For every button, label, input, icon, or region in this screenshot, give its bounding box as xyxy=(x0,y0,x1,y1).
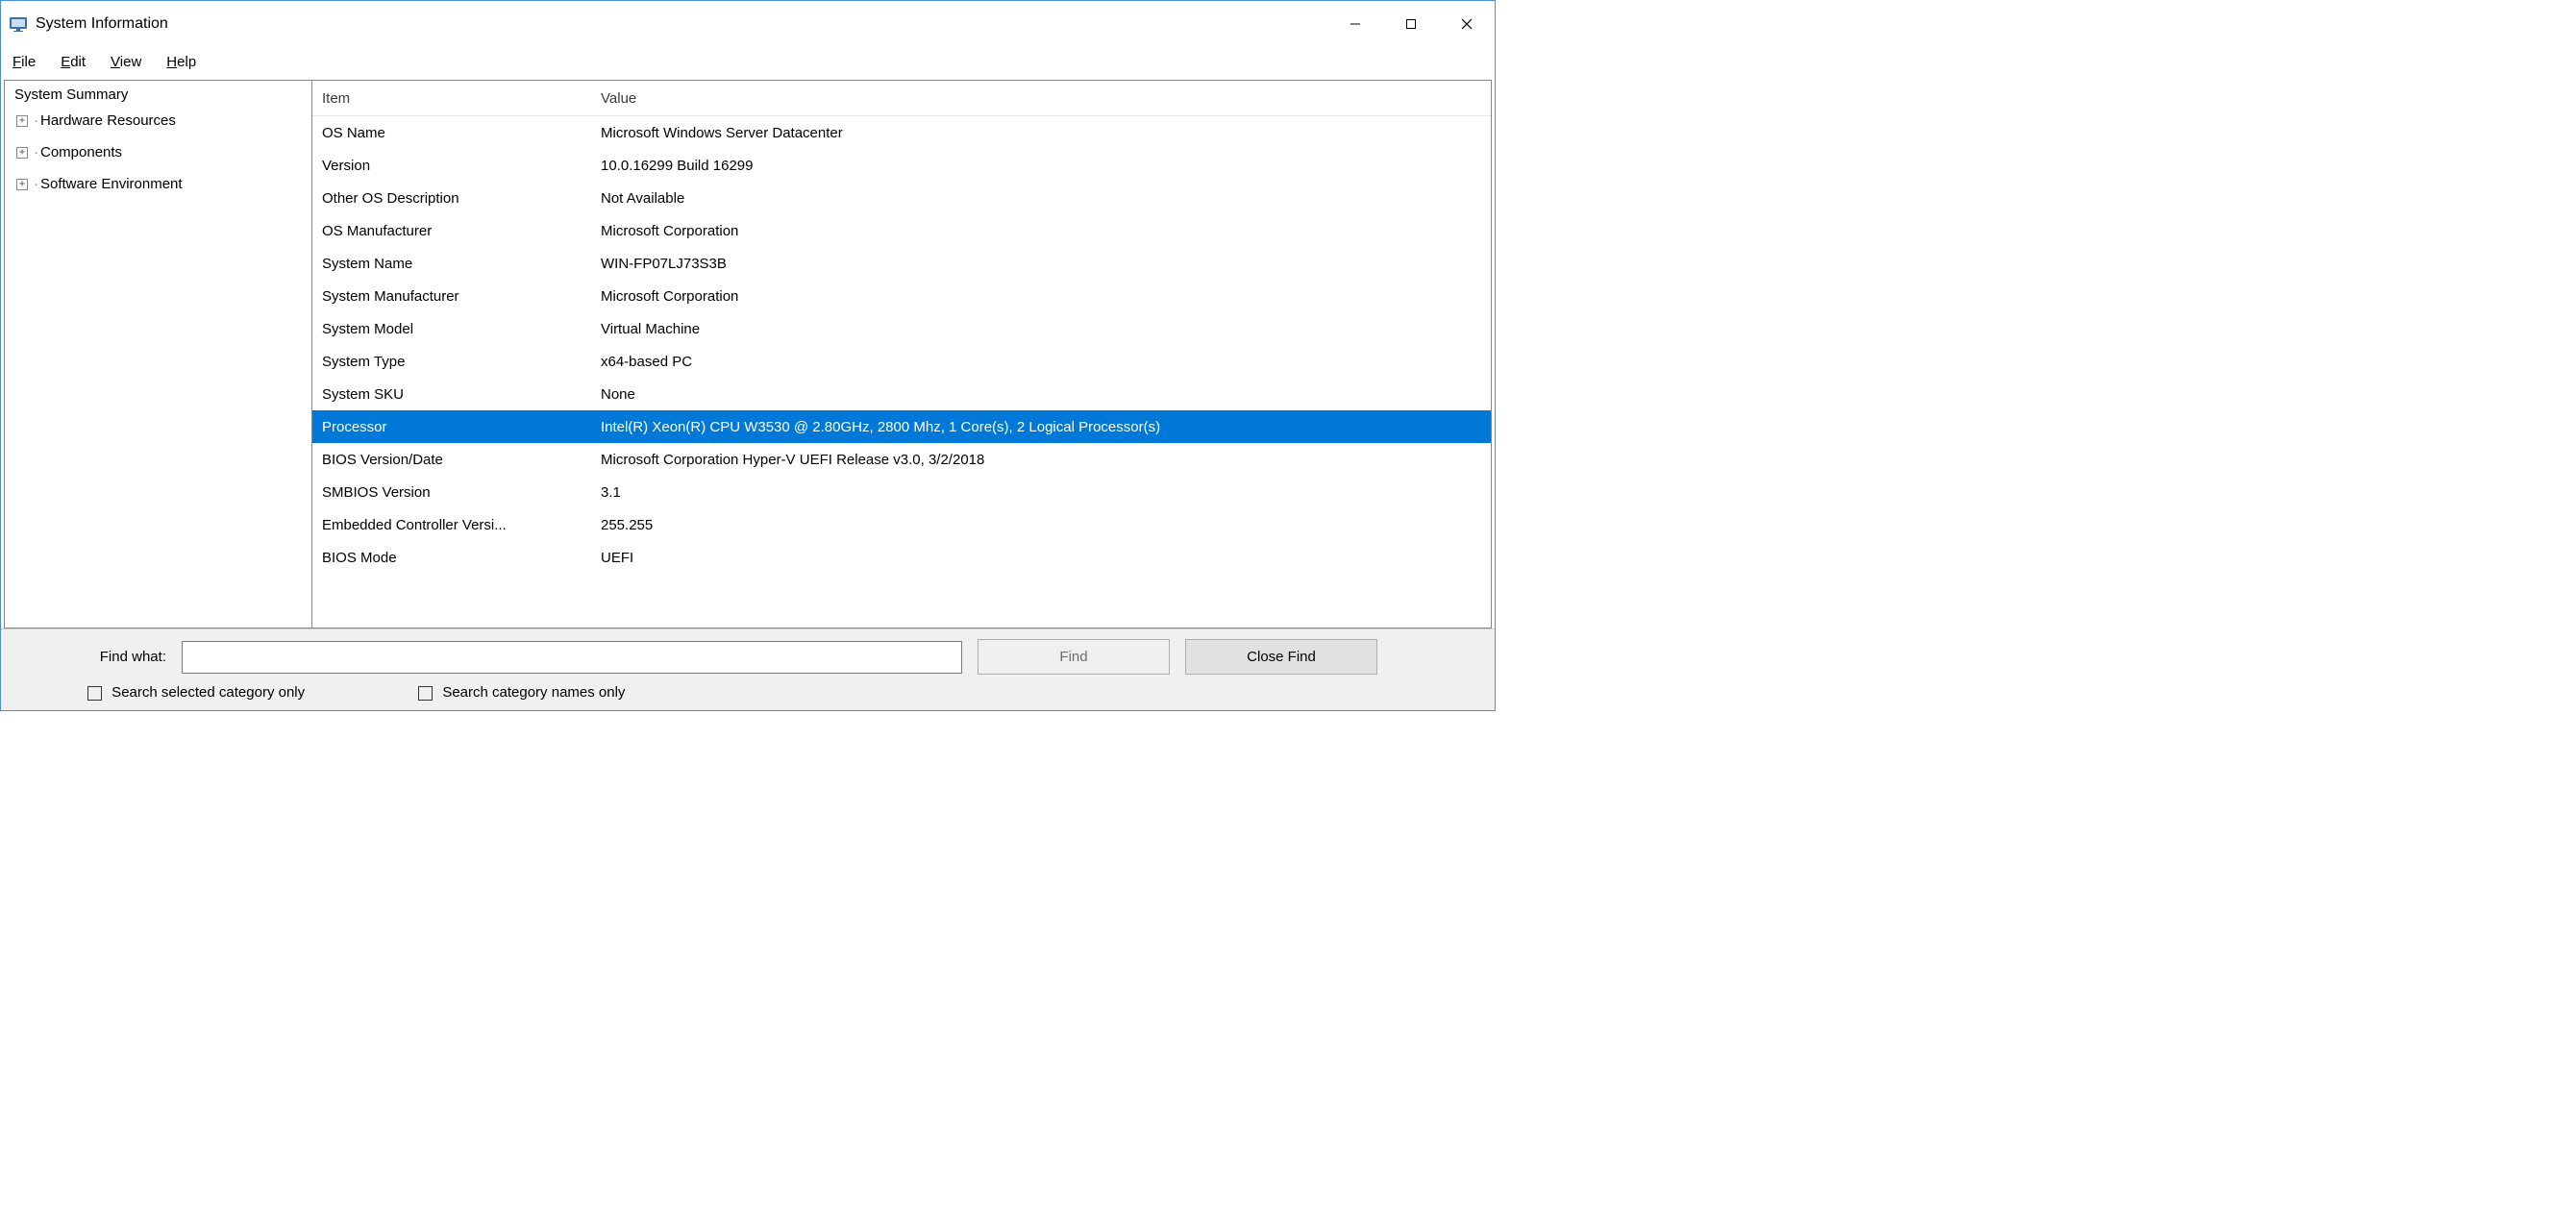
cell-value: UEFI xyxy=(591,550,1491,566)
menu-view[interactable]: View xyxy=(107,51,145,73)
cell-item: Embedded Controller Versi... xyxy=(312,517,591,533)
checkbox-icon xyxy=(418,686,433,701)
window-title: System Information xyxy=(36,15,168,33)
tree-item[interactable]: +·Hardware Resources xyxy=(16,105,311,136)
title-bar[interactable]: System Information xyxy=(1,1,1495,47)
cell-value: Microsoft Corporation xyxy=(591,223,1491,239)
minimize-button[interactable] xyxy=(1327,1,1383,47)
cell-item: Version xyxy=(312,158,591,174)
cell-item: System Name xyxy=(312,256,591,272)
menu-edit-rest: dit xyxy=(70,54,86,70)
cell-value: Microsoft Windows Server Datacenter xyxy=(591,125,1491,141)
cell-item: SMBIOS Version xyxy=(312,484,591,501)
cell-value: 10.0.16299 Build 16299 xyxy=(591,158,1491,174)
checkbox-icon xyxy=(87,686,102,701)
cell-item: OS Manufacturer xyxy=(312,223,591,239)
menu-file[interactable]: File xyxy=(9,51,39,73)
close-find-button[interactable]: Close Find xyxy=(1185,639,1377,675)
cell-item: OS Name xyxy=(312,125,591,141)
table-row[interactable]: BIOS Version/DateMicrosoft Corporation H… xyxy=(312,443,1491,476)
cell-item: System SKU xyxy=(312,386,591,403)
cell-value: x64-based PC xyxy=(591,354,1491,370)
main-split: System Summary +·Hardware Resources+·Com… xyxy=(4,80,1492,628)
cell-item: Processor xyxy=(312,419,591,435)
table-row[interactable]: SMBIOS Version3.1 xyxy=(312,476,1491,508)
menu-edit[interactable]: Edit xyxy=(57,51,89,73)
tree-item[interactable]: +·Components xyxy=(16,136,311,168)
tree-item-label: Components xyxy=(40,144,122,160)
details-list: Item Value OS NameMicrosoft Windows Serv… xyxy=(312,81,1491,628)
table-row[interactable]: System ManufacturerMicrosoft Corporation xyxy=(312,280,1491,312)
table-row[interactable]: Other OS DescriptionNot Available xyxy=(312,182,1491,214)
header-item[interactable]: Item xyxy=(312,90,591,107)
check-category-names[interactable]: Search category names only xyxy=(418,684,625,701)
check-selected-category[interactable]: Search selected category only xyxy=(87,684,305,701)
cell-item: System Type xyxy=(312,354,591,370)
cell-item: System Model xyxy=(312,321,591,337)
cell-item: Other OS Description xyxy=(312,190,591,207)
cell-item: BIOS Version/Date xyxy=(312,452,591,468)
table-row[interactable]: ProcessorIntel(R) Xeon(R) CPU W3530 @ 2.… xyxy=(312,410,1491,443)
cell-value: 3.1 xyxy=(591,484,1491,501)
list-body[interactable]: OS NameMicrosoft Windows Server Datacent… xyxy=(312,116,1491,628)
tree-item-label: Hardware Resources xyxy=(40,112,176,129)
cell-value: None xyxy=(591,386,1491,403)
expand-icon[interactable]: + xyxy=(16,115,28,127)
table-row[interactable]: System NameWIN-FP07LJ73S3B xyxy=(312,247,1491,280)
table-row[interactable]: System SKUNone xyxy=(312,378,1491,410)
table-row[interactable]: BIOS ModeUEFI xyxy=(312,541,1491,574)
cell-value: Microsoft Corporation xyxy=(591,288,1491,305)
window-controls xyxy=(1327,1,1495,47)
cell-value: Intel(R) Xeon(R) CPU W3530 @ 2.80GHz, 28… xyxy=(591,419,1491,435)
cell-value: WIN-FP07LJ73S3B xyxy=(591,256,1491,272)
expand-icon[interactable]: + xyxy=(16,147,28,159)
system-information-window: System Information File Edit View Help S… xyxy=(0,0,1496,711)
category-tree[interactable]: System Summary +·Hardware Resources+·Com… xyxy=(5,81,312,628)
menu-help[interactable]: Help xyxy=(162,51,200,73)
tree-item-label: Software Environment xyxy=(40,176,183,192)
cell-value: 255.255 xyxy=(591,517,1491,533)
expand-icon[interactable]: + xyxy=(16,179,28,190)
app-icon xyxy=(9,14,28,34)
menu-view-rest: iew xyxy=(120,54,142,70)
menu-help-rest: elp xyxy=(177,54,196,70)
cell-item: System Manufacturer xyxy=(312,288,591,305)
tree-item[interactable]: +·Software Environment xyxy=(16,168,311,200)
find-input[interactable] xyxy=(182,641,962,674)
menu-bar: File Edit View Help xyxy=(1,47,1495,77)
table-row[interactable]: OS NameMicrosoft Windows Server Datacent… xyxy=(312,116,1491,149)
cell-value: Virtual Machine xyxy=(591,321,1491,337)
find-label: Find what: xyxy=(12,649,166,665)
tree-root-system-summary[interactable]: System Summary xyxy=(11,85,311,105)
table-row[interactable]: OS ManufacturerMicrosoft Corporation xyxy=(312,214,1491,247)
table-row[interactable]: System Typex64-based PC xyxy=(312,345,1491,378)
header-value[interactable]: Value xyxy=(591,90,1491,107)
cell-value: Microsoft Corporation Hyper-V UEFI Relea… xyxy=(591,452,1491,468)
cell-item: BIOS Mode xyxy=(312,550,591,566)
menu-file-rest: ile xyxy=(21,54,36,70)
table-row[interactable]: Version10.0.16299 Build 16299 xyxy=(312,149,1491,182)
cell-value: Not Available xyxy=(591,190,1491,207)
find-bar: Find what: Find Close Find Search select… xyxy=(1,628,1495,710)
close-button[interactable] xyxy=(1439,1,1495,47)
find-button[interactable]: Find xyxy=(978,639,1170,675)
list-header[interactable]: Item Value xyxy=(312,81,1491,116)
table-row[interactable]: Embedded Controller Versi...255.255 xyxy=(312,508,1491,541)
maximize-button[interactable] xyxy=(1383,1,1439,47)
table-row[interactable]: System ModelVirtual Machine xyxy=(312,312,1491,345)
